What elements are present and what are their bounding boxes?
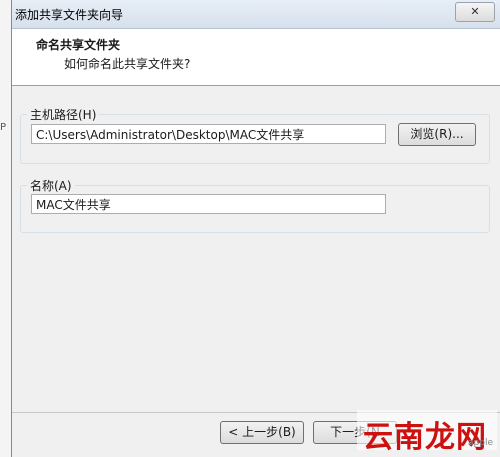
page-title: 命名共享文件夹: [36, 38, 121, 52]
browse-button[interactable]: 浏览(R)...: [398, 123, 476, 146]
watermark-subtext: apple: [468, 438, 493, 448]
watermark: 云南龙网 apple: [357, 410, 497, 455]
close-icon: ✕: [470, 5, 480, 18]
name-input[interactable]: MAC文件共享: [31, 194, 386, 214]
window-title: 添加共享文件夹向导: [15, 8, 124, 22]
name-label: 名称(A): [27, 177, 75, 194]
watermark-text: 云南龙网: [363, 420, 487, 455]
host-path-group: 主机路径(H) C:\Users\Administrator\Desktop\M…: [20, 106, 490, 164]
wizard-header: 命名共享文件夹 如何命名此共享文件夹?: [12, 29, 500, 86]
page-subtitle: 如何命名此共享文件夹?: [64, 57, 191, 71]
wizard-window: 添加共享文件夹向导 ✕ 命名共享文件夹 如何命名此共享文件夹? 主机路径(H) …: [11, 0, 500, 457]
name-group: 名称(A) MAC文件共享: [20, 177, 490, 233]
title-bar[interactable]: 添加共享文件夹向导 ✕: [12, 0, 500, 29]
host-path-input[interactable]: C:\Users\Administrator\Desktop\MAC文件共享: [31, 124, 386, 144]
background-text: P: [0, 122, 7, 133]
host-path-label: 主机路径(H): [27, 106, 100, 123]
close-button[interactable]: ✕: [455, 2, 495, 22]
back-button[interactable]: < 上一步(B): [220, 421, 304, 444]
